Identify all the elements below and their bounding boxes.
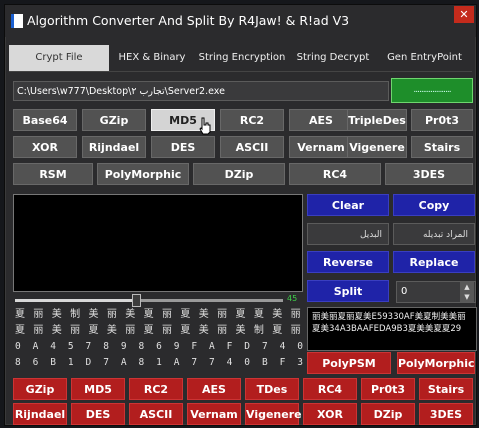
tab-gen-entrypoint[interactable]: Gen EntryPoint <box>377 45 472 71</box>
reverse-button[interactable]: Reverse <box>307 251 389 273</box>
main-window: Algorithm Converter And Split By R4Jaw! … <box>4 4 477 426</box>
gzip-red-button[interactable]: GZip <box>13 378 67 400</box>
tab-divider <box>9 71 472 72</box>
slider-fill <box>15 299 136 302</box>
vigenere-button[interactable]: Vigenere <box>347 136 407 158</box>
rc2-button[interactable]: RC2 <box>220 109 284 131</box>
3des-red-button[interactable]: 3DES <box>419 403 473 425</box>
tab-string-encryption[interactable]: String Encryption <box>195 45 289 71</box>
base64-button[interactable]: Base64 <box>13 109 77 131</box>
slider-value: 45 <box>287 294 298 303</box>
app-icon <box>11 14 23 28</box>
aes-red-button[interactable]: AES <box>187 378 241 400</box>
stairs-red-button[interactable]: Stairs <box>419 378 473 400</box>
vigenere-red-button[interactable]: Vigenere <box>245 403 302 425</box>
copy-button[interactable]: Copy <box>393 194 475 216</box>
tdes-red-button[interactable]: TDes <box>245 378 299 400</box>
pr0t3-red-button[interactable]: Pr0t3 <box>361 378 415 400</box>
aes-button[interactable]: AES <box>289 109 353 131</box>
tab-hex-binary[interactable]: HEX & Binary <box>111 45 193 71</box>
input-text-area[interactable] <box>13 194 303 292</box>
tab-crypt-file[interactable]: Crypt File <box>9 45 109 71</box>
title-bar: Algorithm Converter And Split By R4Jaw! … <box>5 5 476 37</box>
replace-target-field[interactable]: المراد تبديله <box>393 223 475 245</box>
rc2-red-button[interactable]: RC2 <box>129 378 183 400</box>
des-red-button[interactable]: DES <box>71 403 125 425</box>
rijndael-button[interactable]: Rijndael <box>82 136 146 158</box>
rijndael-red-button[interactable]: Rijndael <box>13 403 67 425</box>
dzip-red-button[interactable]: DZip <box>361 403 415 425</box>
replace-button[interactable]: Replace <box>393 251 475 273</box>
rsm-button[interactable]: RSM <box>13 163 93 185</box>
ascii-red-button[interactable]: ASCII <box>129 403 183 425</box>
xor-red-button[interactable]: XOR <box>303 403 357 425</box>
file-path-field[interactable]: C:\Users\w777\Desktop\تجارب ٢\Server2.ex… <box>13 81 389 101</box>
replace-with-field[interactable]: البديل <box>307 223 389 245</box>
vernam-button[interactable]: Vernam <box>289 136 353 158</box>
gzip-button[interactable]: GZip <box>82 109 146 131</box>
clear-button[interactable]: Clear <box>307 194 389 216</box>
chevron-up-icon[interactable]: ▲ <box>460 282 474 292</box>
dzip-button[interactable]: DZip <box>193 163 285 185</box>
des-button[interactable]: DES <box>151 136 215 158</box>
chevron-down-icon[interactable]: ▼ <box>460 292 474 302</box>
md5-red-button[interactable]: MD5 <box>71 378 125 400</box>
tripledes-button[interactable]: TripleDes <box>347 109 407 131</box>
hand-cursor-icon <box>199 117 211 135</box>
tab-string-decrypt[interactable]: String Decrypt <box>291 45 375 71</box>
xor-button[interactable]: XOR <box>13 136 77 158</box>
rc4-red-button[interactable]: RC4 <box>303 378 357 400</box>
tab-bar: Crypt File HEX & Binary String Encryptio… <box>9 45 472 71</box>
close-icon[interactable]: ✕ <box>454 6 474 23</box>
vernam-red-button[interactable]: Vernam <box>187 403 241 425</box>
ascii-button[interactable]: ASCII <box>220 136 284 158</box>
split-button[interactable]: Split <box>307 280 389 302</box>
polymorphic-button[interactable]: PolyMorphic <box>97 163 189 185</box>
3des-button[interactable]: 3DES <box>385 163 473 185</box>
output-text-box[interactable]: 丽美丽夏丽夏美E59330AF美夏制美美丽夏美34A3BAAFEDA9B3夏美美… <box>307 307 477 351</box>
polypsm-button[interactable]: PolyPSM <box>307 352 391 374</box>
stairs-button[interactable]: Stairs <box>411 136 473 158</box>
pr0t3-button[interactable]: Pr0t3 <box>411 109 473 131</box>
crypt-progress-box[interactable]: .................... <box>391 78 473 103</box>
polymorphic-red-button[interactable]: PolyMorphic <box>397 352 475 374</box>
speed-slider[interactable] <box>15 294 283 307</box>
window-title: Algorithm Converter And Split By R4Jaw! … <box>27 13 350 28</box>
rc4-button[interactable]: RC4 <box>289 163 381 185</box>
